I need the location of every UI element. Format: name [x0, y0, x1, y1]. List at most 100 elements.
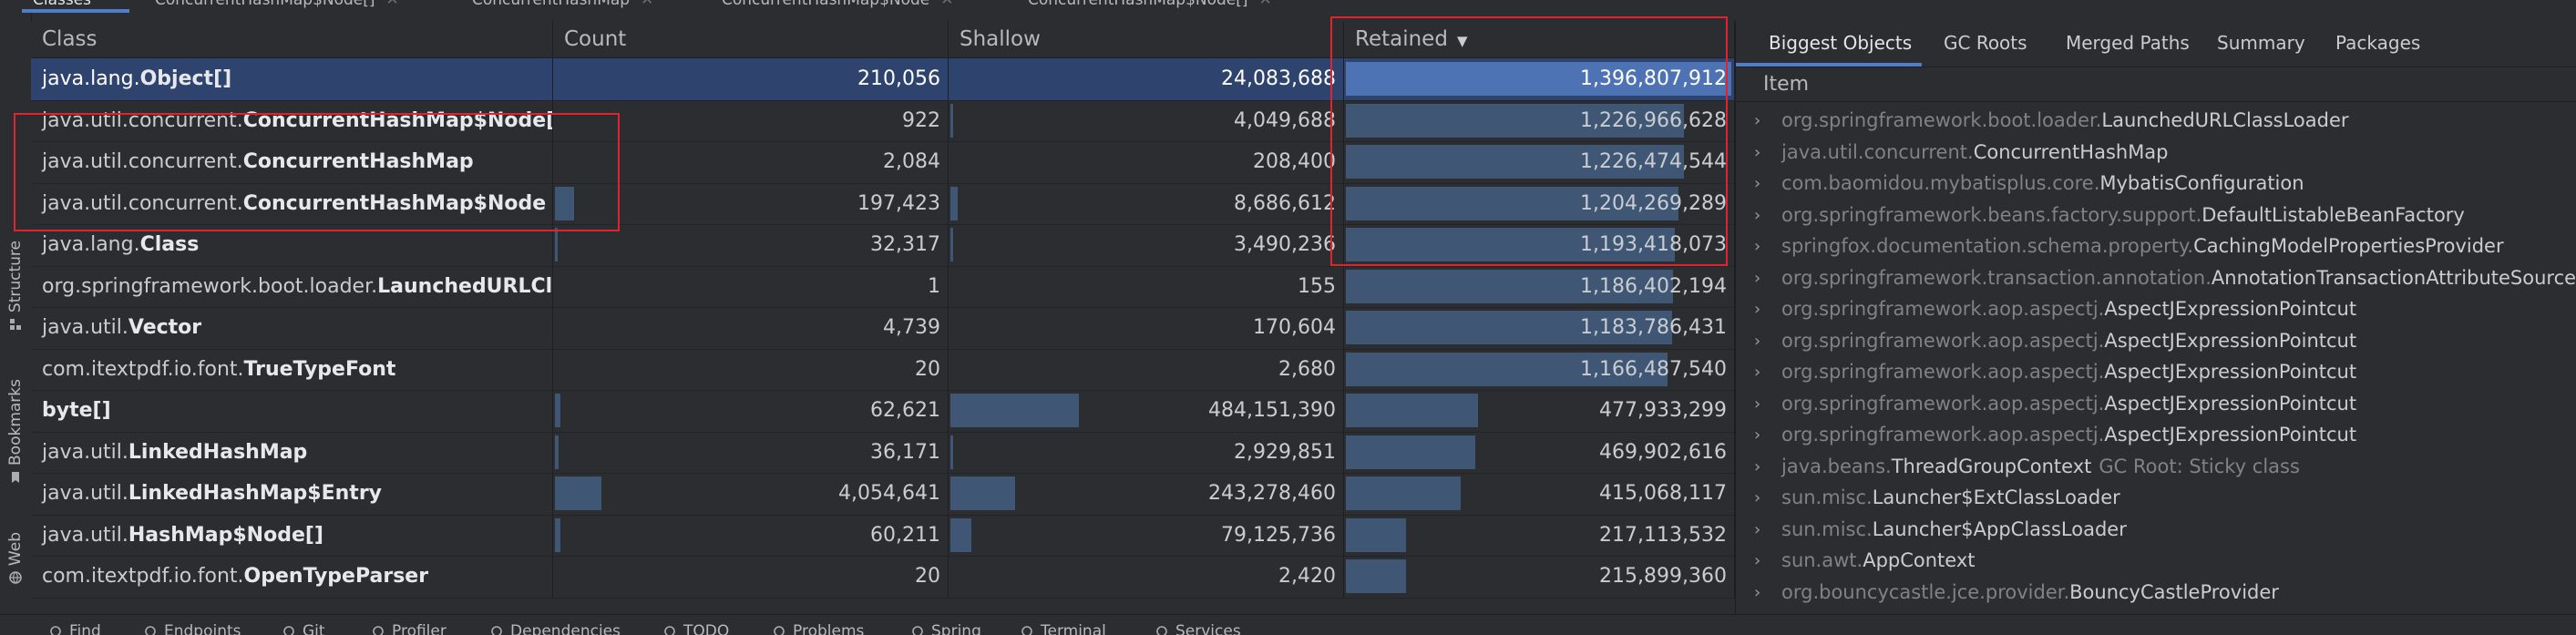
- chevron-right-icon[interactable]: ›: [1754, 388, 1760, 420]
- shallow-proportion-bar: [950, 103, 953, 138]
- list-item[interactable]: › org.bouncycastle.jce.provider.BouncyCas…: [1736, 577, 2576, 609]
- close-icon[interactable]: ✕: [1259, 0, 1272, 9]
- chevron-right-icon[interactable]: ›: [1754, 105, 1760, 137]
- count-cell: 4,739: [553, 307, 949, 349]
- structure-tool-button[interactable]: Structure: [0, 241, 31, 331]
- bottom-tool-todo[interactable]: TODO: [663, 622, 729, 635]
- table-row[interactable]: java.util.LinkedHashMap 36,171 2,929,851 46…: [31, 431, 1735, 474]
- item-package: sun.misc.: [1781, 517, 1873, 540]
- table-row[interactable]: java.util.concurrent.ConcurrentHashMap$N…: [31, 99, 1735, 142]
- item-package: org.springframework.aop.aspectj.: [1781, 424, 2105, 446]
- bottom-tool-problems[interactable]: Problems: [773, 622, 864, 635]
- retained-value: 1,186,402,194: [1580, 274, 1727, 298]
- tab-summary[interactable]: Summary: [2217, 32, 2305, 54]
- chevron-right-icon[interactable]: ›: [1754, 168, 1760, 200]
- table-row[interactable]: com.itextpdf.io.font.OpenTypeParser 20 2,4…: [31, 556, 1735, 599]
- bottom-tool-profiler[interactable]: Profiler: [372, 622, 446, 635]
- bottom-tool-dependencies[interactable]: Dependencies: [490, 622, 621, 635]
- bottom-tool-spring[interactable]: Spring: [911, 622, 981, 635]
- list-item[interactable]: › org.springframework.aop.aspectj.AspectJ…: [1736, 293, 2576, 325]
- bottom-tool-label: TODO: [683, 622, 730, 635]
- chevron-right-icon[interactable]: ›: [1754, 419, 1760, 451]
- item-text: org.springframework.aop.aspectj.AspectJE…: [1781, 388, 2356, 420]
- item-text: org.springframework.aop.aspectj.AspectJE…: [1781, 356, 2356, 388]
- table-row[interactable]: java.util.concurrent.ConcurrentHashMap$N…: [31, 182, 1735, 225]
- table-row[interactable]: org.springframework.boot.loader.Launched…: [31, 265, 1735, 308]
- list-item[interactable]: › org.springframework.aop.aspectj.AspectJ…: [1736, 388, 2576, 420]
- problems-icon: [774, 626, 785, 635]
- list-item[interactable]: › org.springframework.beans.factory.suppo…: [1736, 200, 2576, 231]
- chevron-right-icon[interactable]: ›: [1754, 545, 1760, 577]
- chevron-right-icon[interactable]: ›: [1754, 230, 1760, 262]
- column-header-shallow[interactable]: Shallow: [949, 21, 1344, 57]
- tab-concurrenthashmap-node[interactable]: ConcurrentHashMap$Node ✕: [722, 0, 954, 11]
- active-tab-underline: [22, 9, 129, 13]
- tab-biggest-objects[interactable]: Biggest Objects: [1769, 32, 1912, 54]
- shallow-proportion-bar: [950, 476, 1015, 510]
- table-row[interactable]: java.util.LinkedHashMap$Entry 4,054,641 24…: [31, 473, 1735, 516]
- bottom-tool-find[interactable]: Find: [49, 622, 101, 635]
- profiler-icon: [373, 626, 384, 635]
- list-item[interactable]: › java.beans.ThreadGroupContext GC Root: S…: [1736, 451, 2576, 483]
- tab-packages[interactable]: Packages: [2335, 32, 2420, 54]
- table-row[interactable]: java.lang.Object[] 210,056 24,083,688 1,396…: [31, 58, 1735, 101]
- count-value: 20: [915, 357, 940, 381]
- item-package: org.springframework.aop.aspectj.: [1781, 392, 2105, 415]
- list-item[interactable]: › sun.misc.Launcher$ExtClassLoader: [1736, 482, 2576, 514]
- item-class-name: ConcurrentHashMap: [1973, 140, 2169, 163]
- list-item[interactable]: › sun.awt.AppContext: [1736, 545, 2576, 577]
- table-row[interactable]: java.lang.Class 32,317 3,490,236 1,193,418,…: [31, 224, 1735, 267]
- bottom-tool-git[interactable]: Git: [282, 622, 325, 635]
- chevron-right-icon[interactable]: ›: [1754, 137, 1760, 169]
- bottom-tool-services[interactable]: Services: [1155, 622, 1241, 635]
- column-header-class[interactable]: Class: [31, 21, 553, 57]
- list-item[interactable]: › sun.misc.Launcher$AppClassLoader: [1736, 514, 2576, 546]
- chevron-right-icon[interactable]: ›: [1754, 356, 1760, 388]
- chevron-right-icon[interactable]: ›: [1754, 325, 1760, 357]
- retained-cell: 469,902,616: [1344, 431, 1735, 473]
- list-item[interactable]: › com.baomidou.mybatisplus.core.MybatisCo…: [1736, 168, 2576, 200]
- chevron-right-icon[interactable]: ›: [1754, 451, 1760, 483]
- close-icon[interactable]: ✕: [386, 0, 399, 9]
- item-class-name: DefaultListableBeanFactory: [2201, 203, 2465, 226]
- table-row[interactable]: com.itextpdf.io.font.TrueTypeFont 20 2,680…: [31, 348, 1735, 391]
- table-row[interactable]: java.util.HashMap$Node[] 60,211 79,125,736…: [31, 514, 1735, 557]
- tab-gc-roots[interactable]: GC Roots: [1944, 32, 2027, 54]
- chevron-right-icon[interactable]: ›: [1754, 482, 1760, 514]
- list-item[interactable]: › org.springframework.boot.loader.Launche…: [1736, 105, 2576, 137]
- list-item[interactable]: › org.springframework.aop.aspectj.AspectJ…: [1736, 419, 2576, 451]
- close-icon[interactable]: ✕: [940, 0, 953, 9]
- list-item[interactable]: › org.springframework.transaction.annotat…: [1736, 262, 2576, 294]
- tab-concurrenthashmap-node-array[interactable]: ConcurrentHashMap$Node[] ✕: [155, 0, 399, 11]
- bookmarks-tool-button[interactable]: Bookmarks: [0, 379, 31, 484]
- column-header-retained[interactable]: Retained ▼: [1344, 21, 1735, 57]
- bottom-tool-terminal[interactable]: Terminal: [1021, 622, 1106, 635]
- chevron-right-icon[interactable]: ›: [1754, 293, 1760, 325]
- count-value: 62,621: [870, 399, 940, 422]
- list-item[interactable]: › java.util.concurrent.ConcurrentHashMap: [1736, 137, 2576, 169]
- list-item[interactable]: › springfox.documentation.schema.property…: [1736, 230, 2576, 262]
- class-simple-name: byte[]: [42, 399, 111, 422]
- chevron-right-icon[interactable]: ›: [1754, 200, 1760, 231]
- class-simple-name: LinkedHashMap$Entry: [128, 482, 383, 505]
- table-row[interactable]: byte[] 62,621 484,151,390 477,933,299: [31, 390, 1735, 433]
- tab-merged-paths[interactable]: Merged Paths: [2066, 32, 2190, 54]
- chevron-right-icon[interactable]: ›: [1754, 514, 1760, 546]
- item-class-name: LaunchedURLClassLoader: [2101, 109, 2349, 131]
- shallow-value: 2,680: [1278, 357, 1336, 381]
- item-text: java.beans.ThreadGroupContext GC Root: St…: [1781, 451, 2300, 483]
- chevron-right-icon[interactable]: ›: [1754, 262, 1760, 294]
- list-item[interactable]: › org.springframework.aop.aspectj.AspectJ…: [1736, 325, 2576, 357]
- column-header-count[interactable]: Count: [553, 21, 949, 57]
- chevron-right-icon[interactable]: ›: [1754, 577, 1760, 609]
- tab-concurrenthashmap[interactable]: ConcurrentHashMap ✕: [472, 0, 653, 11]
- class-name-cell: com.itextpdf.io.font.TrueTypeFont: [31, 348, 553, 390]
- web-tool-button[interactable]: Web: [0, 532, 31, 584]
- close-icon[interactable]: ✕: [641, 0, 653, 9]
- list-item[interactable]: › org.springframework.aop.aspectj.AspectJ…: [1736, 356, 2576, 388]
- shallow-cell: 208,400: [949, 141, 1344, 183]
- table-row[interactable]: java.util.concurrent.ConcurrentHashMap 2,…: [31, 141, 1735, 184]
- bottom-tool-endpoints[interactable]: Endpoints: [144, 622, 241, 635]
- tab-concurrenthashmap-node-array-2[interactable]: ConcurrentHashMap$Node[] ✕: [1028, 0, 1272, 11]
- table-row[interactable]: java.util.Vector 4,739 170,604 1,183,786,43…: [31, 307, 1735, 350]
